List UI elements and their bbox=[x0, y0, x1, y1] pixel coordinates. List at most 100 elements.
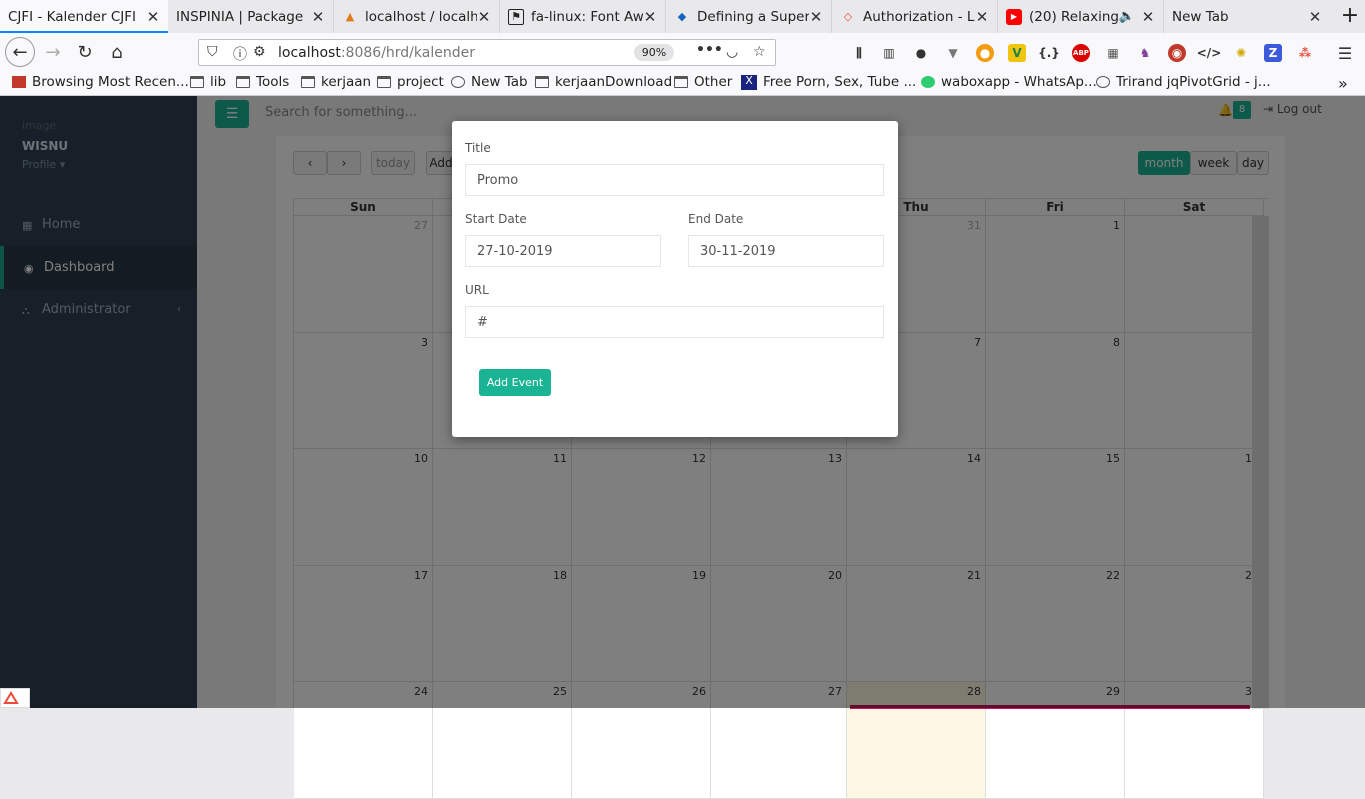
zoom-badge[interactable]: 90% bbox=[634, 44, 674, 61]
new-tab-button[interactable]: + bbox=[1337, 4, 1363, 30]
reload-icon[interactable]: ↻ bbox=[70, 37, 100, 67]
folder-icon bbox=[301, 76, 315, 88]
bookmark-tools[interactable]: Tools bbox=[236, 74, 289, 90]
info-icon[interactable]: ⓘ bbox=[233, 44, 247, 64]
bookmark-other[interactable]: Other bbox=[674, 74, 732, 90]
bookmarks-overflow-icon[interactable]: » bbox=[1338, 74, 1348, 93]
folder-icon bbox=[377, 76, 391, 88]
tab-title: (20) Relaxing P bbox=[1029, 8, 1119, 25]
bookmark-waboxapp[interactable]: waboxapp - WhatsAp... bbox=[921, 74, 1097, 90]
network-extension-icon[interactable]: ⁂ bbox=[1296, 44, 1314, 62]
forward-arrow-icon[interactable]: → bbox=[38, 37, 68, 67]
bookmark-label: lib bbox=[210, 74, 227, 90]
url-text[interactable]: localhost:8086/hrd/kalender bbox=[278, 45, 475, 61]
url-path: :8086/hrd/kalender bbox=[340, 45, 475, 61]
close-icon[interactable]: ✕ bbox=[643, 8, 657, 26]
bee-icon[interactable]: ✺ bbox=[1232, 44, 1250, 62]
tab-cjfi-kalender[interactable]: CJFI - Kalender CJFI ✕ bbox=[0, 0, 168, 33]
tab-strip: CJFI - Kalender CJFI ✕ INSPINIA | Package… bbox=[0, 0, 1365, 33]
menu-icon[interactable]: ☰ bbox=[1336, 44, 1354, 63]
close-icon[interactable]: ✕ bbox=[809, 8, 823, 26]
code-icon[interactable]: </> bbox=[1197, 44, 1222, 62]
globe-icon bbox=[451, 76, 465, 88]
add-event-submit-button[interactable]: Add Event bbox=[479, 369, 551, 396]
corner-app-icon bbox=[0, 688, 30, 708]
phpmyadmin-icon: ▲ bbox=[345, 10, 355, 23]
bookmark-label: Trirand jqPivotGrid - j... bbox=[1116, 74, 1271, 90]
tab-title: Authorization - La bbox=[863, 8, 975, 25]
url-label: URL bbox=[465, 283, 489, 297]
shield-icon[interactable]: ⛉ bbox=[207, 44, 218, 60]
permissions-icon[interactable]: ⚙ bbox=[253, 44, 266, 60]
tab-youtube[interactable]: ▶ (20) Relaxing P🔈 ✕ bbox=[998, 0, 1164, 33]
sidebar-toggle-icon[interactable]: ▥ bbox=[880, 44, 898, 62]
close-icon[interactable]: ✕ bbox=[311, 8, 325, 26]
close-icon[interactable]: ✕ bbox=[1141, 8, 1155, 26]
recent-icon bbox=[12, 76, 26, 88]
vue-extension-icon[interactable]: V bbox=[1008, 44, 1026, 62]
bookmark-lib[interactable]: lib bbox=[190, 74, 226, 90]
speaker-icon[interactable]: 🔈 bbox=[1119, 9, 1135, 24]
stack-icon: ◆ bbox=[677, 10, 687, 23]
library-icon[interactable]: ⫼ bbox=[850, 44, 868, 62]
page-actions-icon[interactable]: ••• bbox=[696, 42, 723, 58]
json-viewer-icon[interactable]: {.} bbox=[1038, 44, 1060, 62]
end-date-label: End Date bbox=[688, 212, 744, 226]
bookmark-label: Free Porn, Sex, Tube ... bbox=[763, 74, 917, 90]
close-icon[interactable]: ✕ bbox=[1308, 8, 1322, 26]
tab-laravel[interactable]: ◇ Authorization - La ✕ bbox=[832, 0, 998, 33]
close-icon[interactable]: ✕ bbox=[146, 8, 160, 26]
laravel-icon: ◇ bbox=[843, 10, 853, 23]
font-awesome-icon: ⚑ bbox=[508, 8, 524, 25]
close-icon[interactable]: ✕ bbox=[477, 8, 491, 26]
title-label: Title bbox=[465, 141, 491, 155]
folder-icon bbox=[190, 76, 204, 88]
extension-orange-icon[interactable]: ● bbox=[976, 44, 994, 62]
bookmark-kerjaandownload[interactable]: kerjaanDownload bbox=[535, 74, 672, 90]
address-bar[interactable]: ⛉ ⓘ ⚙ localhost:8086/hrd/kalender 90% ••… bbox=[198, 39, 776, 66]
waboxapp-icon bbox=[921, 76, 935, 88]
x-site-icon: X bbox=[741, 74, 757, 90]
bookmark-recent[interactable]: Browsing Most Recen... bbox=[12, 74, 189, 90]
title-input[interactable]: Promo bbox=[465, 164, 884, 196]
folder-icon bbox=[236, 76, 250, 88]
folder-icon bbox=[674, 76, 688, 88]
zotero-icon[interactable]: Z bbox=[1264, 44, 1282, 62]
tab-title: CJFI - Kalender CJFI bbox=[8, 8, 136, 25]
tab-title: New Tab bbox=[1172, 8, 1229, 25]
pocket-icon[interactable]: ◡ bbox=[726, 44, 738, 60]
adblock-icon[interactable]: ABP bbox=[1072, 44, 1090, 62]
bookmark-star-icon[interactable]: ☆ bbox=[753, 44, 766, 60]
bookmarks-bar: Browsing Most Recen... lib Tools kerjaan… bbox=[0, 71, 1365, 96]
bookmark-kerjaan[interactable]: kerjaan bbox=[301, 74, 371, 90]
bookmark-site-x[interactable]: X Free Porn, Sex, Tube ... bbox=[741, 74, 916, 90]
youtube-icon: ▶ bbox=[1006, 8, 1022, 25]
bookmark-project[interactable]: project bbox=[377, 74, 444, 90]
vue-devtools-icon[interactable]: ▼ bbox=[944, 44, 962, 62]
url-input[interactable]: # bbox=[465, 306, 884, 338]
tab-superclass[interactable]: ◆ Defining a Super- ✕ bbox=[666, 0, 832, 33]
bookmark-trirand[interactable]: Trirand jqPivotGrid - j... bbox=[1096, 74, 1271, 90]
red-extension-icon[interactable]: ◉ bbox=[1168, 44, 1186, 62]
laravel-icon bbox=[3, 691, 19, 704]
tab-inspinia[interactable]: INSPINIA | Package ✕ bbox=[168, 0, 334, 33]
ghost-extension-icon[interactable]: ♞ bbox=[1136, 44, 1154, 62]
bookmark-label: Browsing Most Recen... bbox=[32, 74, 189, 90]
end-date-input[interactable]: 30-11-2019 bbox=[688, 235, 884, 267]
bookmark-label: project bbox=[397, 74, 444, 90]
back-arrow-icon[interactable]: ← bbox=[5, 37, 35, 67]
account-icon[interactable]: ● bbox=[912, 44, 930, 62]
bookmark-label: waboxapp - WhatsAp... bbox=[941, 74, 1097, 90]
tab-font-awesome[interactable]: ⚑ fa-linux: Font Awe ✕ bbox=[500, 0, 666, 33]
tab-phpmyadmin[interactable]: ▲ localhost / localh ✕ bbox=[334, 0, 500, 33]
tab-new[interactable]: New Tab ✕ bbox=[1164, 0, 1330, 33]
close-icon[interactable]: ✕ bbox=[975, 8, 989, 26]
start-date-input[interactable]: 27-10-2019 bbox=[465, 235, 661, 267]
home-icon[interactable]: ⌂ bbox=[102, 37, 132, 67]
bookmark-new-tab[interactable]: New Tab bbox=[451, 74, 528, 90]
browser-chrome: CJFI - Kalender CJFI ✕ INSPINIA | Package… bbox=[0, 0, 1365, 96]
qr-code-icon[interactable]: ▦ bbox=[1104, 44, 1122, 62]
folder-icon bbox=[535, 76, 549, 88]
bookmark-label: Other bbox=[694, 74, 733, 90]
bookmark-label: Tools bbox=[256, 74, 290, 90]
